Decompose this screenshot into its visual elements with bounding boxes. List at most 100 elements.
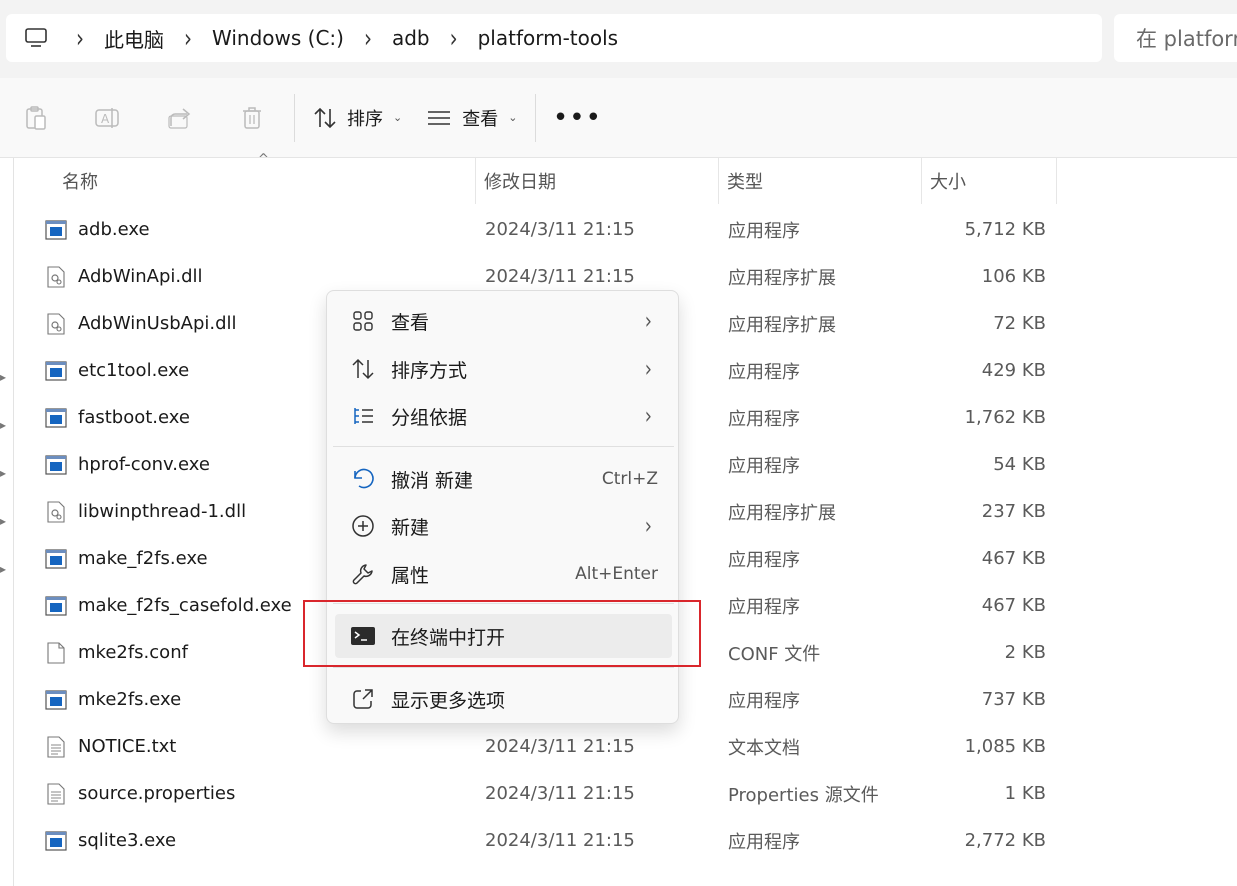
view-button-label: 查看 — [462, 108, 499, 130]
file-name: adb.exe — [78, 219, 150, 240]
exe-icon — [44, 548, 68, 569]
chevron-down-icon: ⌄ — [508, 111, 518, 124]
file-date: 2024/3/11 21:15 — [485, 219, 635, 240]
file-type: 应用程序 — [728, 596, 800, 618]
file-name-cell[interactable]: make_f2fs_casefold.exe — [44, 582, 292, 629]
file-row[interactable]: adb.exe 2024/3/11 21:15 应用程序 5,712 KB — [0, 206, 1237, 253]
file-size: 72 KB — [993, 313, 1046, 334]
breadcrumb-platform-tools[interactable]: platform-tools — [468, 26, 629, 50]
menu-item-undo[interactable]: 撤消 新建 Ctrl+Z — [335, 457, 672, 501]
sort-button[interactable]: 排序 ⌄ — [301, 94, 414, 142]
menu-item-view[interactable]: 查看 › — [335, 299, 672, 343]
dll-icon — [44, 312, 68, 335]
file-date: 2024/3/11 21:15 — [485, 783, 635, 804]
file-name: make_f2fs.exe — [78, 548, 208, 569]
this-pc-icon[interactable] — [6, 27, 66, 49]
sort-icon — [314, 107, 336, 128]
file-row[interactable]: NOTICE.txt 2024/3/11 21:15 文本文档 1,085 KB — [0, 723, 1237, 770]
breadcrumb-chevron-icon[interactable]: › — [66, 22, 94, 53]
file-type: 应用程序扩展 — [728, 267, 836, 289]
file-name-cell[interactable]: mke2fs.conf — [44, 629, 188, 676]
exe-icon — [44, 219, 68, 240]
exe-icon — [44, 830, 68, 851]
undo-icon — [339, 468, 387, 490]
file-name-cell[interactable]: make_f2fs.exe — [44, 535, 208, 582]
breadcrumb-chevron-icon[interactable]: › — [354, 22, 382, 53]
chevron-right-icon: › — [644, 512, 652, 540]
address-bar[interactable]: › 此电脑 › Windows (C:) › adb › platform-to… — [6, 14, 1102, 62]
highlight-annotation-box — [303, 600, 701, 667]
menu-item-undo-shortcut: Ctrl+Z — [601, 469, 658, 489]
share-icon[interactable] — [144, 94, 216, 142]
file-name: mke2fs.conf — [78, 642, 188, 663]
breadcrumb-chevron-icon[interactable]: › — [440, 22, 468, 53]
menu-item-properties[interactable]: 属性 Alt+Enter — [335, 552, 672, 596]
column-header-type[interactable]: 类型 — [719, 158, 922, 204]
menu-item-show-more-options[interactable]: 显示更多选项 — [335, 677, 672, 721]
file-size: 467 KB — [981, 548, 1046, 569]
file-name-cell[interactable]: NOTICE.txt — [44, 723, 176, 770]
file-type: CONF 文件 — [728, 643, 821, 665]
more-options-button[interactable]: ••• — [542, 103, 612, 133]
file-size: 106 KB — [981, 266, 1046, 287]
command-bar: A 排序 ⌄ 查看 ⌄ ••• — [0, 78, 1237, 158]
file-name: AdbWinApi.dll — [78, 266, 203, 287]
breadcrumb-drive-c[interactable]: Windows (C:) — [202, 26, 354, 50]
file-row[interactable]: sqlite3.exe 2024/3/11 21:15 应用程序 2,772 KB — [0, 817, 1237, 864]
view-list-icon — [428, 110, 451, 125]
menu-item-sort-by[interactable]: 排序方式 › — [335, 347, 672, 391]
open-external-icon — [339, 687, 387, 711]
file-name-cell[interactable]: AdbWinApi.dll — [44, 253, 203, 300]
breadcrumb-chevron-icon[interactable]: › — [174, 22, 202, 53]
menu-item-new[interactable]: 新建 › — [335, 504, 672, 548]
add-circle-icon — [339, 514, 387, 538]
file-type: 应用程序 — [728, 549, 800, 571]
file-type: 应用程序 — [728, 831, 800, 853]
breadcrumb-adb[interactable]: adb — [382, 26, 440, 50]
file-icon — [44, 641, 68, 664]
file-name: NOTICE.txt — [78, 736, 177, 757]
file-name: fastboot.exe — [78, 407, 190, 428]
paste-icon[interactable] — [0, 94, 72, 142]
file-name-cell[interactable]: sqlite3.exe — [44, 817, 176, 864]
menu-item-properties-shortcut: Alt+Enter — [575, 564, 658, 584]
file-name-cell[interactable]: source.properties — [44, 770, 235, 817]
file-size: 2,772 KB — [964, 830, 1046, 851]
rename-icon[interactable]: A — [72, 94, 144, 142]
file-size: 1 KB — [1004, 783, 1046, 804]
wrench-icon — [339, 562, 387, 586]
file-row[interactable]: source.properties 2024/3/11 21:15 Properti… — [0, 770, 1237, 817]
menu-item-properties-label: 属性 — [391, 564, 430, 587]
file-name-cell[interactable]: libwinpthread-1.dll — [44, 488, 246, 535]
exe-icon — [44, 595, 68, 616]
file-name: source.properties — [78, 783, 236, 804]
delete-icon[interactable] — [216, 94, 288, 142]
column-header-name[interactable]: 名称 — [54, 158, 476, 204]
file-name-cell[interactable]: fastboot.exe — [44, 394, 190, 441]
file-date: 2024/3/11 21:15 — [485, 736, 635, 757]
breadcrumb-this-pc[interactable]: 此电脑 — [94, 24, 174, 53]
column-header-date[interactable]: 修改日期 — [476, 158, 719, 204]
file-name-cell[interactable]: adb.exe — [44, 206, 150, 253]
chevron-right-icon: › — [644, 307, 652, 335]
file-name-cell[interactable]: mke2fs.exe — [44, 676, 181, 723]
column-header-size[interactable]: 大小 — [922, 158, 1057, 204]
toolbar-divider — [294, 93, 295, 142]
svg-text:A: A — [101, 112, 110, 126]
file-size: 429 KB — [981, 360, 1046, 381]
file-name: sqlite3.exe — [78, 830, 177, 851]
file-type: 应用程序 — [728, 455, 800, 477]
menu-divider — [333, 446, 674, 447]
file-name-cell[interactable]: etc1tool.exe — [44, 347, 189, 394]
file-name-cell[interactable]: AdbWinUsbApi.dll — [44, 300, 237, 347]
grid-icon — [339, 310, 387, 332]
file-name-cell[interactable]: hprof-conv.exe — [44, 441, 210, 488]
file-type: 应用程序 — [728, 361, 800, 383]
menu-item-group-by-label: 分组依据 — [391, 406, 468, 429]
search-input[interactable]: 在 platform-tools 中搜索 — [1114, 14, 1237, 62]
view-button[interactable]: 查看 ⌄ — [414, 94, 529, 142]
menu-item-group-by[interactable]: 分组依据 › — [335, 394, 672, 438]
file-name: libwinpthread-1.dll — [78, 501, 247, 522]
file-size: 1,762 KB — [964, 407, 1046, 428]
file-name: make_f2fs_casefold.exe — [78, 595, 292, 616]
